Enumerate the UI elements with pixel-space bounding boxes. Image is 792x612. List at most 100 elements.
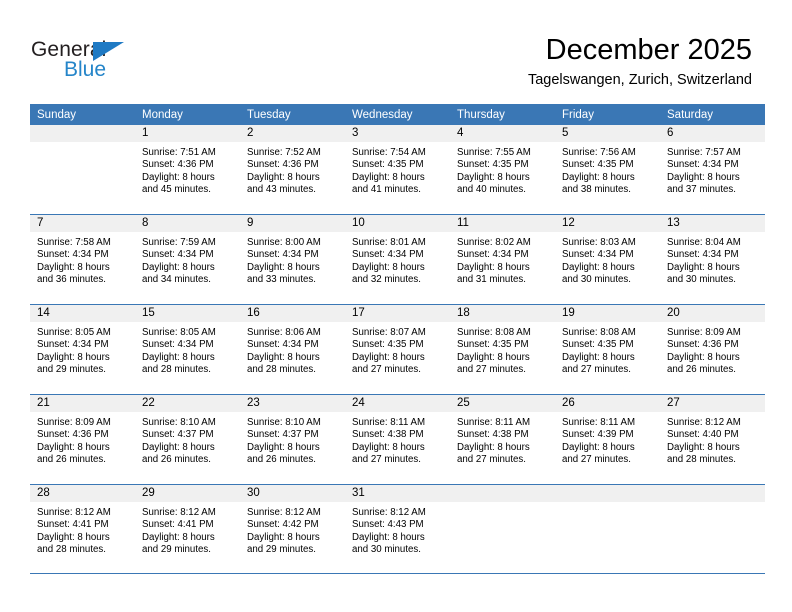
sunrise-text: Sunrise: 8:07 AM [352, 327, 426, 338]
calendar-day-cell[interactable]: 29 Sunrise: 8:12 AM Sunset: 4:41 PM Dayligh… [135, 484, 240, 574]
day-number [555, 485, 660, 502]
day-cell-inner: 8 Sunrise: 7:59 AM Sunset: 4:34 PM Daylight… [135, 215, 240, 304]
day-cell-inner: 9 Sunrise: 8:00 AM Sunset: 4:34 PM Daylight… [240, 215, 345, 304]
calendar-day-cell[interactable]: 26 Sunrise: 8:11 AM Sunset: 4:39 PM Dayligh… [555, 394, 660, 485]
sunset-text: Sunset: 4:34 PM [142, 339, 214, 351]
daylight-text-line2: and 28 minutes. [247, 364, 316, 376]
sunset-text: Sunset: 4:36 PM [142, 159, 214, 171]
sunset-text: Sunset: 4:41 PM [37, 519, 109, 531]
daylight-text-line1: Daylight: 8 hours [667, 351, 740, 363]
calendar-day-cell[interactable]: 18 Sunrise: 8:08 AM Sunset: 4:35 PM Dayligh… [450, 304, 555, 395]
calendar-day-cell[interactable]: 15 Sunrise: 8:05 AM Sunset: 4:34 PM Dayligh… [135, 304, 240, 395]
calendar-day-cell[interactable]: 22 Sunrise: 8:10 AM Sunset: 4:37 PM Dayligh… [135, 394, 240, 485]
sunrise-text: Sunrise: 8:10 AM [247, 417, 321, 428]
day-number: 27 [660, 395, 765, 412]
sunrise-text: Sunrise: 8:11 AM [562, 417, 636, 428]
calendar-day-cell[interactable]: 7 Sunrise: 7:58 AM Sunset: 4:34 PM Daylight… [30, 214, 135, 305]
daylight-text-line1: Daylight: 8 hours [142, 441, 215, 453]
calendar-day-cell[interactable]: 16 Sunrise: 8:06 AM Sunset: 4:34 PM Dayligh… [240, 304, 345, 395]
sunset-text: Sunset: 4:35 PM [457, 339, 529, 351]
calendar-day-cell[interactable]: 2 Sunrise: 7:52 AM Sunset: 4:36 PM Daylight… [240, 125, 345, 215]
calendar-day-cell[interactable]: 8 Sunrise: 7:59 AM Sunset: 4:34 PM Daylight… [135, 214, 240, 305]
sunrise-text: Sunrise: 8:12 AM [352, 507, 426, 518]
day-number: 21 [30, 395, 135, 412]
calendar-day-cell[interactable]: 27 Sunrise: 8:12 AM Sunset: 4:40 PM Dayligh… [660, 394, 765, 485]
day-cell-inner: 25 Sunrise: 8:11 AM Sunset: 4:38 PM Dayligh… [450, 395, 555, 484]
day-cell-inner: 12 Sunrise: 8:03 AM Sunset: 4:34 PM Dayligh… [555, 215, 660, 304]
daylight-text-line1: Daylight: 8 hours [37, 261, 110, 273]
calendar-day-cell[interactable]: 1 Sunrise: 7:51 AM Sunset: 4:36 PM Daylight… [135, 125, 240, 215]
calendar-day-cell[interactable]: 20 Sunrise: 8:09 AM Sunset: 4:36 PM Dayligh… [660, 304, 765, 395]
sunset-text: Sunset: 4:35 PM [352, 159, 424, 171]
calendar-day-cell[interactable]: 28 Sunrise: 8:12 AM Sunset: 4:41 PM Dayligh… [30, 484, 135, 574]
day-number: 14 [30, 305, 135, 322]
calendar-day-cell[interactable]: 9 Sunrise: 8:00 AM Sunset: 4:34 PM Daylight… [240, 214, 345, 305]
sunrise-text: Sunrise: 7:55 AM [457, 147, 531, 158]
daylight-text-line2: and 29 minutes. [247, 544, 316, 556]
day-cell-inner: 7 Sunrise: 7:58 AM Sunset: 4:34 PM Daylight… [30, 215, 135, 304]
daylight-text-line2: and 26 minutes. [142, 454, 211, 466]
daylight-text-line1: Daylight: 8 hours [37, 441, 110, 453]
sunset-text: Sunset: 4:42 PM [247, 519, 319, 531]
calendar-day-cell[interactable]: 10 Sunrise: 8:01 AM Sunset: 4:34 PM Dayligh… [345, 214, 450, 305]
day-details: Sunrise: 8:06 AM Sunset: 4:34 PM Daylight:… [240, 322, 345, 377]
calendar-day-cell[interactable]: 23 Sunrise: 8:10 AM Sunset: 4:37 PM Dayligh… [240, 394, 345, 485]
calendar-day-cell[interactable]: 4 Sunrise: 7:55 AM Sunset: 4:35 PM Daylight… [450, 125, 555, 215]
day-details: Sunrise: 8:12 AM Sunset: 4:41 PM Daylight:… [30, 502, 135, 557]
sunrise-text: Sunrise: 7:54 AM [352, 147, 426, 158]
calendar-day-cell[interactable]: 25 Sunrise: 8:11 AM Sunset: 4:38 PM Dayligh… [450, 394, 555, 485]
daylight-text-line2: and 27 minutes. [562, 454, 631, 466]
day-details: Sunrise: 8:08 AM Sunset: 4:35 PM Daylight:… [450, 322, 555, 377]
general-blue-logo[interactable]: General Blue [31, 38, 161, 86]
day-cell-inner: 15 Sunrise: 8:05 AM Sunset: 4:34 PM Dayligh… [135, 305, 240, 394]
calendar-day-cell[interactable]: 12 Sunrise: 8:03 AM Sunset: 4:34 PM Dayligh… [555, 214, 660, 305]
calendar-week-row: 1 Sunrise: 7:51 AM Sunset: 4:36 PM Daylight… [30, 125, 765, 215]
daylight-text-line1: Daylight: 8 hours [142, 261, 215, 273]
daylight-text-line2: and 38 minutes. [562, 184, 631, 196]
calendar-day-cell[interactable]: 17 Sunrise: 8:07 AM Sunset: 4:35 PM Dayligh… [345, 304, 450, 395]
day-cell-inner: 28 Sunrise: 8:12 AM Sunset: 4:41 PM Dayligh… [30, 485, 135, 573]
sunrise-text: Sunrise: 8:09 AM [667, 327, 741, 338]
calendar-day-cell[interactable]: 6 Sunrise: 7:57 AM Sunset: 4:34 PM Daylight… [660, 125, 765, 215]
calendar-day-cell[interactable]: 14 Sunrise: 8:05 AM Sunset: 4:34 PM Dayligh… [30, 304, 135, 395]
day-number: 28 [30, 485, 135, 502]
sunrise-text: Sunrise: 8:10 AM [142, 417, 216, 428]
daylight-text-line1: Daylight: 8 hours [37, 351, 110, 363]
day-number: 20 [660, 305, 765, 322]
daylight-text-line2: and 27 minutes. [457, 364, 526, 376]
logo-text-blue: Blue [64, 58, 107, 81]
daylight-text-line1: Daylight: 8 hours [142, 351, 215, 363]
daylight-text-line2: and 29 minutes. [37, 364, 106, 376]
sunset-text: Sunset: 4:36 PM [247, 159, 319, 171]
calendar-day-cell[interactable]: 13 Sunrise: 8:04 AM Sunset: 4:34 PM Dayligh… [660, 214, 765, 305]
calendar-day-cell[interactable]: 11 Sunrise: 8:02 AM Sunset: 4:34 PM Dayligh… [450, 214, 555, 305]
calendar-day-cell[interactable]: 3 Sunrise: 7:54 AM Sunset: 4:35 PM Daylight… [345, 125, 450, 215]
sunrise-text: Sunrise: 7:52 AM [247, 147, 321, 158]
daylight-text-line2: and 30 minutes. [667, 274, 736, 286]
calendar-day-cell[interactable]: 19 Sunrise: 8:08 AM Sunset: 4:35 PM Dayligh… [555, 304, 660, 395]
sunrise-text: Sunrise: 8:03 AM [562, 237, 636, 248]
day-details: Sunrise: 8:08 AM Sunset: 4:35 PM Daylight:… [555, 322, 660, 377]
sunset-text: Sunset: 4:38 PM [457, 429, 529, 441]
day-number: 7 [30, 215, 135, 232]
day-cell-inner: 13 Sunrise: 8:04 AM Sunset: 4:34 PM Dayligh… [660, 215, 765, 304]
calendar-day-cell[interactable]: 24 Sunrise: 8:11 AM Sunset: 4:38 PM Dayligh… [345, 394, 450, 485]
day-number: 30 [240, 485, 345, 502]
day-number: 2 [240, 125, 345, 142]
daylight-text-line2: and 32 minutes. [352, 274, 421, 286]
sunrise-text: Sunrise: 8:06 AM [247, 327, 321, 338]
day-cell-inner: 10 Sunrise: 8:01 AM Sunset: 4:34 PM Dayligh… [345, 215, 450, 304]
calendar-day-cell[interactable]: 31 Sunrise: 8:12 AM Sunset: 4:43 PM Dayligh… [345, 484, 450, 574]
day-number: 16 [240, 305, 345, 322]
daylight-text-line2: and 45 minutes. [142, 184, 211, 196]
sunrise-text: Sunrise: 8:12 AM [247, 507, 321, 518]
day-details: Sunrise: 8:11 AM Sunset: 4:39 PM Daylight:… [555, 412, 660, 467]
daylight-text-line1: Daylight: 8 hours [457, 171, 530, 183]
daylight-text-line2: and 28 minutes. [142, 364, 211, 376]
day-number: 15 [135, 305, 240, 322]
calendar-day-cell[interactable]: 5 Sunrise: 7:56 AM Sunset: 4:35 PM Daylight… [555, 125, 660, 215]
calendar-day-cell[interactable]: 21 Sunrise: 8:09 AM Sunset: 4:36 PM Dayligh… [30, 394, 135, 485]
sunset-text: Sunset: 4:34 PM [352, 249, 424, 261]
daylight-text-line2: and 41 minutes. [352, 184, 421, 196]
calendar-day-cell[interactable]: 30 Sunrise: 8:12 AM Sunset: 4:42 PM Dayligh… [240, 484, 345, 574]
